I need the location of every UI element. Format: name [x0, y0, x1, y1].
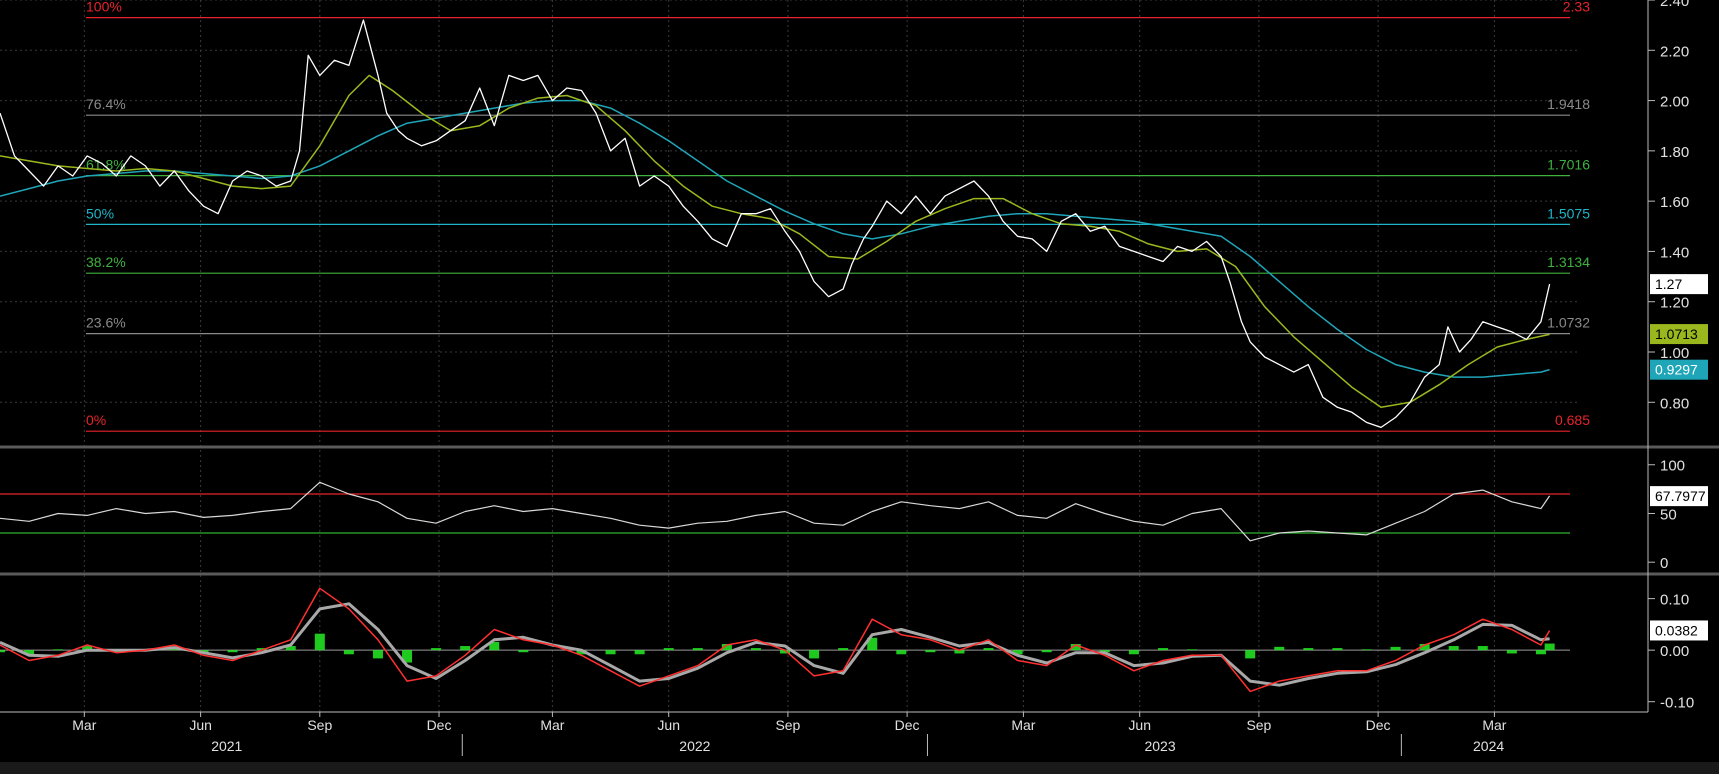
macd-histogram-bar [692, 648, 703, 651]
macd-histogram-bar [1361, 649, 1372, 651]
macd-histogram-bar [750, 648, 761, 651]
macd-histogram-bar [314, 633, 325, 651]
macd-histogram-bar [925, 650, 936, 653]
fibonacci-levels: 100% 2.3376.4% 1.941861.8% 1.701650% 1.50753… [86, 0, 1590, 432]
x-axis-month-label: Jun [657, 717, 680, 733]
x-axis-month-label: Mar [1482, 717, 1506, 733]
macd-axis-tick-label: 0.10 [1660, 592, 1689, 609]
x-axis-month-label: Dec [1366, 717, 1391, 733]
macd-histogram-bar [1448, 646, 1459, 651]
rsi-axis-tick-label: 50 [1660, 506, 1677, 523]
rsi-axis-tick-label: 0 [1660, 555, 1668, 572]
fib-value-label: 1.7016 [1547, 157, 1590, 173]
fib-pct-label: 76.4% [86, 96, 126, 112]
macd-histogram-bar [605, 650, 616, 655]
macd-histogram-bar [1041, 650, 1052, 653]
macd-histogram-bar [1506, 650, 1517, 654]
macd-histogram-bar [1303, 648, 1314, 651]
macd-histogram-bar [1245, 650, 1256, 659]
macd-axis-tick-label: 0.00 [1660, 643, 1689, 660]
x-axis-month-label: Dec [427, 717, 452, 733]
macd-histogram-bar [1187, 649, 1198, 651]
fib-value-label: 0.685 [1555, 412, 1590, 428]
fib-pct-label: 50% [86, 205, 114, 221]
ma-short-value-label: 1.0713 [1655, 326, 1698, 342]
rsi-line [0, 481, 1551, 542]
price-axis-tick-label: 1.40 [1660, 244, 1689, 261]
macd-histogram-bar [983, 648, 994, 651]
macd-histogram-bar [1332, 648, 1343, 651]
ma-short-line [0, 74, 1550, 409]
fib-value-label: 1.9418 [1547, 96, 1590, 112]
rsi-value-label: 67.7977 [1655, 488, 1706, 504]
x-axis-month-label: Sep [775, 717, 800, 733]
bottom-bar [0, 762, 1719, 774]
ma-long-value-label: 0.9297 [1655, 362, 1698, 378]
x-axis-month-label: Dec [895, 717, 920, 733]
macd-signal-line [0, 602, 1550, 687]
x-axis-month-label: Mar [540, 717, 564, 733]
fib-pct-label: 23.6% [86, 315, 126, 331]
rsi-axis-tick-label: 100 [1660, 458, 1685, 475]
macd-histogram-bar [838, 648, 849, 651]
macd-histogram-bar [518, 650, 529, 653]
rsi-panel [0, 481, 1570, 542]
macd-histogram-bar [1544, 643, 1555, 651]
price-axis-tick-label: 2.20 [1660, 43, 1689, 60]
x-axis-month-label: Mar [1011, 717, 1035, 733]
macd-histogram-bar [227, 650, 238, 653]
macd-histogram-bar [431, 648, 442, 651]
macd-histogram-bar [343, 650, 354, 655]
ma-long-line [0, 99, 1550, 378]
x-axis-month-label: Sep [307, 717, 332, 733]
macd-histogram-bar [1390, 646, 1401, 651]
price-axis-tick-label: 0.80 [1660, 395, 1689, 412]
x-axis-year-label: 2021 [211, 738, 242, 754]
price-axis-tick-label: 1.60 [1660, 194, 1689, 211]
grid-lines [0, 0, 1580, 712]
x-axis-year-label: 2023 [1144, 738, 1175, 754]
fib-value-label: 1.3134 [1547, 254, 1590, 270]
price-line [0, 19, 1551, 429]
x-axis-year-label: 2024 [1473, 738, 1504, 754]
price-axis-tick-label: 1.80 [1660, 144, 1689, 161]
macd-histogram-bar [896, 650, 907, 655]
macd-histogram-bar [460, 646, 471, 651]
macd-histogram-bar [1157, 648, 1168, 651]
last-price-label: 1.27 [1655, 276, 1682, 292]
price-axis-tick-label: 1.20 [1660, 295, 1689, 312]
chart-canvas: 100% 2.3376.4% 1.941861.8% 1.701650% 1.50753… [0, 0, 1719, 774]
fib-value-label: 1.5075 [1547, 205, 1590, 221]
macd-axis-tick-label: -0.10 [1660, 695, 1694, 712]
price-axis-tick-label: 2.00 [1660, 94, 1689, 111]
fib-pct-label: 38.2% [86, 254, 126, 270]
macd-panel [0, 587, 1570, 693]
macd-histogram-bar [1128, 650, 1139, 655]
axes: 2.40 2.20 2.00 1.80 1.60 1.40 1.20 1.00 0.80 100 5… [0, 0, 1719, 774]
macd-histogram-bar [1477, 646, 1488, 651]
macd-histogram-bar [1535, 650, 1546, 655]
price-axis-tick-label: 2.40 [1660, 0, 1689, 10]
macd-histogram-bar [372, 650, 383, 659]
x-axis-month-label: Mar [72, 717, 96, 733]
fib-value-label: 1.0732 [1547, 315, 1590, 331]
macd-value-label: 0.0382 [1655, 622, 1698, 638]
fib-value-label: 2.33 [1563, 0, 1590, 15]
macd-histogram-bar [634, 650, 645, 655]
fib-pct-label: 100% [86, 0, 122, 15]
macd-histogram-bar [0, 650, 5, 653]
fib-pct-label: 0% [86, 412, 106, 428]
price-panel [0, 19, 1551, 429]
price-axis-tick-label: 1.00 [1660, 345, 1689, 362]
x-axis-month-label: Jun [189, 717, 212, 733]
macd-histogram-bar [53, 649, 64, 651]
macd-histogram-bar [809, 650, 820, 659]
x-axis-month-label: Sep [1246, 717, 1271, 733]
x-axis-year-label: 2022 [679, 738, 710, 754]
macd-histogram-bar [1274, 646, 1285, 651]
macd-histogram-bar [663, 648, 674, 651]
x-axis-month-label: Jun [1128, 717, 1151, 733]
